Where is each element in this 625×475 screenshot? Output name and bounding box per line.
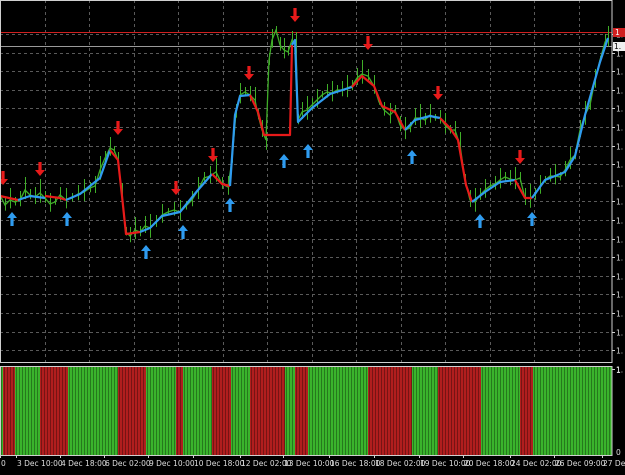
price-tick-label: 1. (616, 236, 623, 245)
price-tick-label: 1. (616, 198, 623, 207)
time-tick-label: 13 Dec 10:00 (284, 459, 335, 468)
price-tick-label: 1. (616, 347, 623, 356)
time-tick-label: 16 Dec 18:00 (330, 459, 381, 468)
indicator-block (438, 367, 481, 455)
time-tick-label: 20 Dec 18:00 (464, 459, 515, 468)
price-tick-label: 1. (616, 273, 623, 282)
price-tick-label: 1. (616, 68, 623, 77)
time-tick-label: 6 Dec 02:00 (105, 459, 151, 468)
indicator-tick-label: 0 (616, 448, 621, 457)
current-price-label: 1. (614, 42, 621, 51)
price-tick-label: 1. (616, 329, 623, 338)
price-tick-label: 1. (616, 254, 623, 263)
price-tick-label: 1. (616, 87, 623, 96)
price-tick-label: 1. (616, 143, 623, 152)
time-tick-label: 10 Dec 18:00 (194, 459, 245, 468)
indicator-block (250, 367, 285, 455)
price-tick-label: 1. (616, 161, 623, 170)
price-tick-label: 1. (616, 105, 623, 114)
price-tick-label: 1. (616, 124, 623, 133)
indicator-block (295, 367, 308, 455)
time-tick-label: 3 Dec 10:00 (17, 459, 63, 468)
indicator-block (520, 367, 533, 455)
trading-chart[interactable]: 1.1.1.1.1.1.1.1.1.1.1.1.1.1.1.1.1.1.1.11… (0, 0, 625, 471)
indicator-tick-label: 1 (616, 366, 621, 375)
time-tick-label: 27 Dec (603, 459, 625, 468)
indicator-histogram (0, 367, 612, 455)
chart-svg[interactable]: 1.1.1.1.1.1.1.1.1.1.1.1.1.1.1.1.1.1.1.11… (0, 0, 625, 471)
price-tick-label: 1. (616, 291, 623, 300)
price-tick-label: 1. (616, 217, 623, 226)
indicator-block (15, 367, 40, 455)
indicator-block (412, 367, 438, 455)
time-tick-label: 0 (1, 459, 6, 468)
time-tick-label: 4 Dec 18:00 (61, 459, 107, 468)
indicator-block (308, 367, 368, 455)
price-tick-label: 1. (616, 310, 623, 319)
indicator-block (212, 367, 231, 455)
indicator-block (176, 367, 183, 455)
time-tick-label: 18 Dec 02:00 (375, 459, 426, 468)
price-tick-label: 1. (616, 180, 623, 189)
time-tick-label: 26 Dec 09:00 (555, 459, 606, 468)
indicator-block (533, 367, 612, 455)
resistance-tag-label: 1 (615, 28, 620, 37)
indicator-block (231, 367, 250, 455)
time-tick-label: 9 Dec 10:00 (149, 459, 195, 468)
